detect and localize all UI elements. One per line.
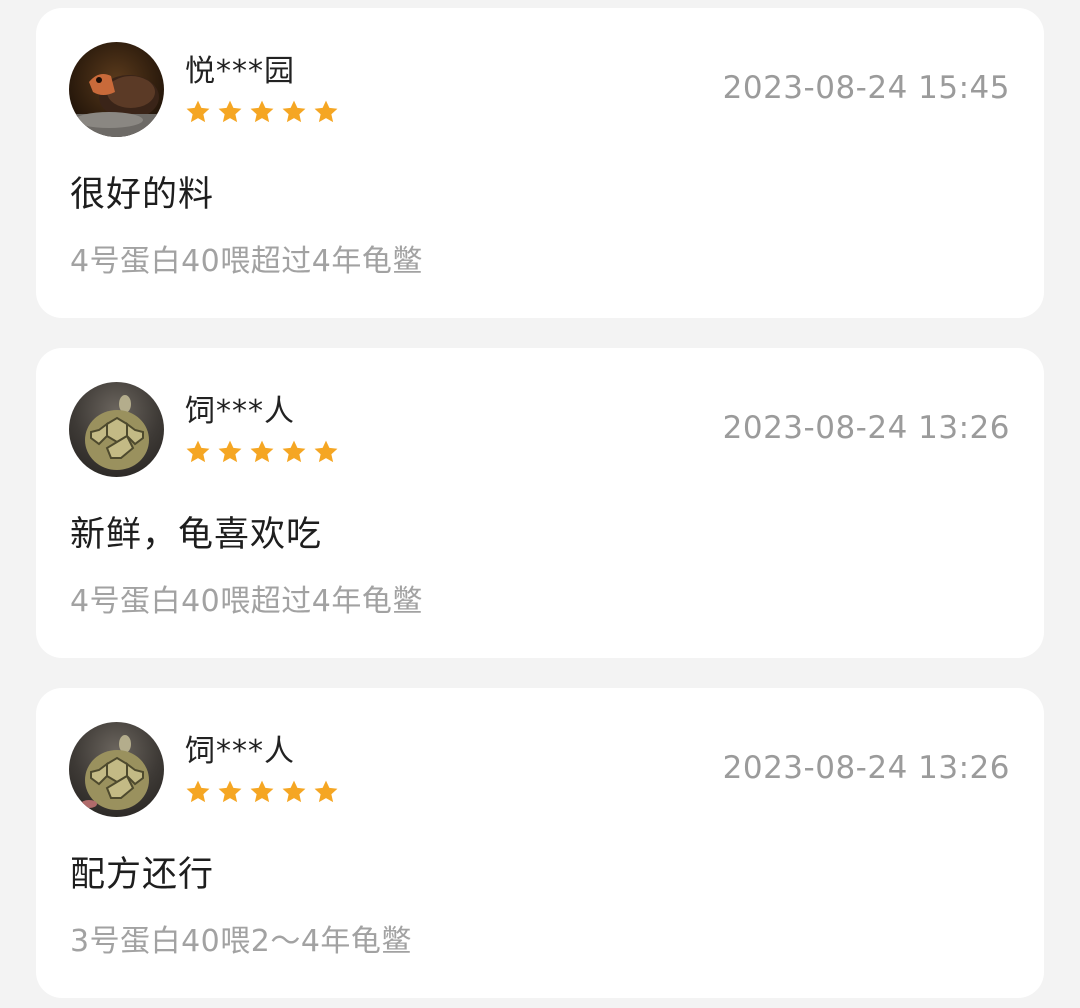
product-spec: 4号蛋白40喂超过4年龟鳖 <box>70 244 423 279</box>
star-icon <box>248 98 276 126</box>
review-text: 新鲜，龟喜欢吃 <box>70 515 323 555</box>
review-timestamp: 2023-08-24 13:26 <box>722 410 1010 446</box>
turtle-shell-avatar-image <box>69 382 164 477</box>
turtle-red-avatar-image <box>69 42 164 137</box>
star-icon <box>248 438 276 466</box>
username: 饲***人 <box>185 734 295 769</box>
turtle-shell-avatar-image <box>69 722 164 817</box>
username: 悦***园 <box>185 54 295 89</box>
review-text: 很好的料 <box>70 175 215 215</box>
username: 饲***人 <box>185 394 295 429</box>
star-icon <box>248 778 276 806</box>
star-icon <box>312 778 340 806</box>
review-card[interactable]: 饲***人 2023-08-24 13:26 配方还行 3号蛋白40喂2～4年龟… <box>36 688 1044 998</box>
product-spec: 3号蛋白40喂2～4年龟鳖 <box>70 924 412 959</box>
star-icon <box>184 778 212 806</box>
star-icon <box>216 778 244 806</box>
star-icon <box>184 98 212 126</box>
rating-stars <box>184 778 340 806</box>
review-timestamp: 2023-08-24 13:26 <box>722 750 1010 786</box>
rating-stars <box>184 98 340 126</box>
avatar[interactable] <box>69 722 164 817</box>
review-text: 配方还行 <box>70 855 215 895</box>
star-icon <box>312 438 340 466</box>
review-timestamp: 2023-08-24 15:45 <box>722 70 1010 106</box>
star-icon <box>280 98 308 126</box>
avatar[interactable] <box>69 42 164 137</box>
star-icon <box>184 438 212 466</box>
review-card[interactable]: 饲***人 2023-08-24 13:26 新鲜，龟喜欢吃 4号蛋白40喂超过… <box>36 348 1044 658</box>
star-icon <box>280 778 308 806</box>
star-icon <box>312 98 340 126</box>
avatar[interactable] <box>69 382 164 477</box>
review-card[interactable]: 悦***园 2023-08-24 15:45 很好的料 4号蛋白40喂超过4年龟… <box>36 8 1044 318</box>
star-icon <box>216 98 244 126</box>
product-spec: 4号蛋白40喂超过4年龟鳖 <box>70 584 423 619</box>
rating-stars <box>184 438 340 466</box>
star-icon <box>216 438 244 466</box>
star-icon <box>280 438 308 466</box>
